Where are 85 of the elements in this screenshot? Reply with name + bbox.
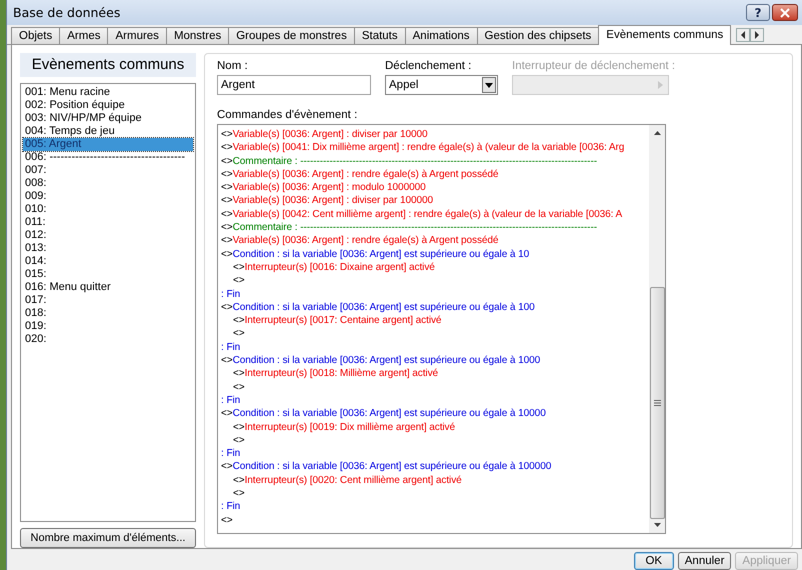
command-line[interactable]: : Fin [218, 340, 649, 354]
up-arrow-icon [654, 131, 660, 135]
command-line[interactable]: <>Variable(s) [0036: Argent] : rendre égale(s) à Argent possédé [218, 234, 649, 248]
help-button[interactable]: ? [746, 4, 770, 21]
list-item[interactable]: 002: Position équipe [23, 99, 193, 112]
list-item[interactable]: 020: [23, 333, 193, 346]
list-item[interactable]: 017: [23, 294, 193, 307]
command-line[interactable]: : Fin [218, 447, 649, 460]
command-line[interactable]: <> [218, 434, 649, 448]
list-item[interactable]: 013: [23, 242, 193, 255]
down-arrow-icon [654, 523, 660, 527]
list-item[interactable]: 005: Argent [23, 138, 193, 151]
command-line[interactable]: <>Interrupteur(s) [0020: Cent millième argent] activé [218, 474, 649, 488]
tab[interactable]: Armes [59, 27, 108, 44]
command-line[interactable]: <>Variable(s) [0042: Cent millième argent] : rendre égale(s) à (valeur de la variable [0036: A [218, 208, 649, 222]
tab[interactable]: Gestion des chipsets [476, 27, 600, 44]
dialog-button[interactable]: Annuler [678, 552, 732, 570]
command-line[interactable]: <> [218, 274, 649, 288]
close-icon [780, 8, 790, 18]
command-line[interactable]: <>Interrupteur(s) [0017: Centaine argent] activé [218, 314, 649, 328]
command-line[interactable]: <>Condition : si la variable [0036: Argent] est supérieure ou égale à 1000 [218, 354, 649, 368]
command-line[interactable]: <>Variable(s) [0041: Dix millième argent] : rendre égale(s) à (valeur de la variable [0036: Arg [218, 141, 649, 155]
field-label: Interrupteur de déclenchement : [512, 60, 676, 72]
field-label: Déclenchement : [385, 60, 472, 72]
command-line[interactable]: <>Variable(s) [0036: Argent] : rendre égale(s) à Argent possédé [218, 168, 649, 182]
list-item[interactable]: 004: Temps de jeu [23, 125, 193, 138]
left-arrow-icon [740, 31, 746, 39]
list-item[interactable]: 019: [23, 320, 193, 333]
command-line[interactable]: : Fin [218, 288, 649, 301]
command-line[interactable]: <>Interrupteur(s) [0019: Dix millième argent] activé [218, 420, 649, 434]
list-item[interactable]: 018: [23, 307, 193, 320]
field-label: Commandes d'évènement : [217, 109, 358, 121]
window-title: Base de données [13, 5, 120, 20]
list-item[interactable]: 015: [23, 268, 193, 281]
command-line[interactable]: <> [218, 514, 649, 527]
list-item[interactable]: 016: Menu quitter [23, 281, 193, 294]
tab[interactable]: Groupes de monstres [228, 27, 355, 44]
right-arrow-icon [658, 81, 663, 89]
tab[interactable]: Armures [107, 27, 167, 44]
command-line[interactable]: <>Variable(s) [0036: Argent] : diviser par 10000 [218, 128, 649, 142]
list-item[interactable]: 006: ------------------------------------- [23, 151, 193, 164]
command-line[interactable]: <>Commentaire : ------------------------------------------------------------------------------------------- [218, 221, 649, 234]
command-line[interactable]: <>Variable(s) [0036: Argent] : modulo 1000000 [218, 181, 649, 194]
tab[interactable]: Objets [11, 27, 60, 44]
sidebar-title: Evènements communs [20, 53, 196, 77]
dropdown-arrow-icon [485, 82, 493, 88]
command-line[interactable]: <>Condition : si la variable [0036: Argent] est supérieure ou égale à 10 [218, 248, 649, 261]
command-line[interactable]: <>Variable(s) [0036: Argent] : diviser par 100000 [218, 194, 649, 208]
scrollbar[interactable] [649, 125, 665, 533]
command-line[interactable]: : Fin [218, 394, 649, 408]
close-button[interactable] [772, 4, 798, 21]
max-elements-button[interactable]: Nombre maximum d'éléments... [20, 528, 196, 548]
dialog-button[interactable]: OK [634, 552, 674, 570]
right-arrow-icon [754, 31, 760, 39]
trigger-dropdown[interactable]: Appel [385, 75, 498, 95]
list-item[interactable]: 009: [23, 190, 193, 203]
command-line[interactable]: : Fin [218, 500, 649, 514]
list-item[interactable]: 008: [23, 177, 193, 190]
list-item[interactable]: 003: NIV/HP/MP équipe [23, 112, 193, 125]
list-item[interactable]: 007: [23, 164, 193, 177]
command-line[interactable]: <>Interrupteur(s) [0016: Dixaine argent] activé [218, 260, 649, 274]
command-line[interactable]: <> [218, 327, 649, 341]
list-item[interactable]: 010: [23, 203, 193, 216]
tab[interactable]: Statuts [354, 27, 406, 44]
command-line[interactable]: <>Interrupteur(s) [0018: Millième argent] activé [218, 367, 649, 381]
command-line[interactable]: <> [218, 380, 649, 394]
command-line[interactable]: <>Condition : si la variable [0036: Argent] est supérieure ou égale à 100000 [218, 460, 649, 474]
command-line[interactable]: <>Condition : si la variable [0036: Argent] est supérieure ou égale à 10000 [218, 407, 649, 421]
command-line[interactable]: <>Commentaire : ------------------------------------------------------------------------------------------- [218, 154, 649, 168]
grip-icon [654, 400, 660, 406]
list-item[interactable]: 012: [23, 229, 193, 242]
list-item[interactable]: 014: [23, 255, 193, 268]
scroll-right-button[interactable] [750, 28, 764, 42]
tab[interactable]: Evènements communs [598, 25, 732, 45]
field-label: Nom : [217, 60, 249, 72]
command-line[interactable]: <>Condition : si la variable [0036: Argent] est supérieure ou égale à 100 [218, 300, 649, 314]
scroll-left-button[interactable] [736, 28, 750, 42]
tab[interactable]: Monstres [166, 27, 230, 44]
tab[interactable]: Animations [404, 27, 478, 44]
scrollbar-thumb[interactable] [650, 287, 664, 519]
switch-picker[interactable] [512, 75, 669, 95]
list-item[interactable]: 011: [23, 216, 193, 229]
command-line[interactable]: <> [218, 487, 649, 500]
list-item[interactable]: 001: Menu racine [23, 86, 193, 99]
name-field[interactable]: Argent [217, 75, 371, 95]
